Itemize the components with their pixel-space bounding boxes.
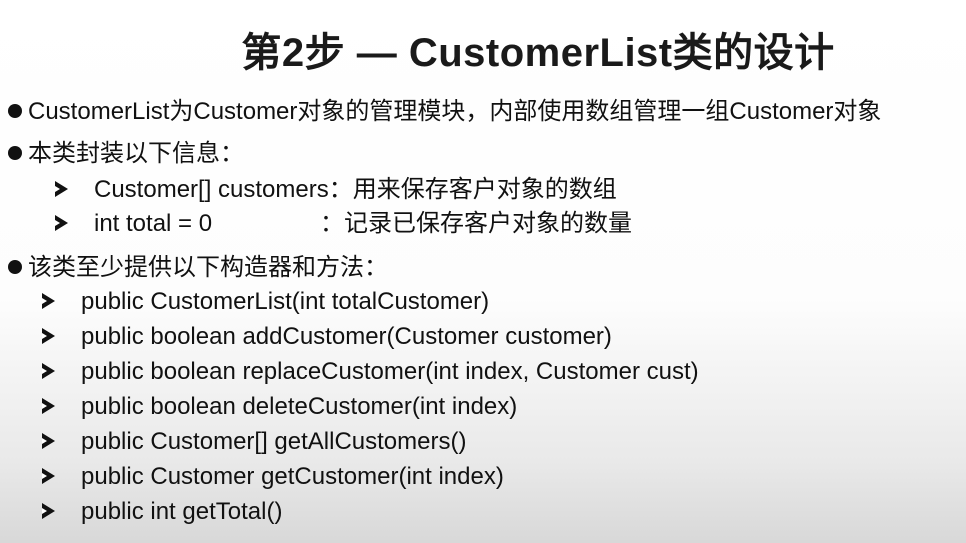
method-item: public boolean deleteCustomer(int index) bbox=[42, 393, 517, 421]
field-item: int total = 0 ：记录已保存客户对象的数量 bbox=[55, 210, 632, 238]
method-item: public Customer getCustomer(int index) bbox=[42, 463, 504, 491]
method-signature: public CustomerList(int totalCustomer) bbox=[81, 288, 490, 315]
field-desc: ：记录已保存客户对象的数量 bbox=[320, 210, 632, 237]
bullet-item: 该类至少提供以下构造器和方法： bbox=[8, 254, 388, 282]
method-signature: public Customer getCustomer(int index) bbox=[81, 463, 504, 490]
bullet-text: CustomerList为Customer对象的管理模块，内部使用数组管理一组C… bbox=[28, 98, 882, 125]
bullet-dot-icon bbox=[8, 104, 22, 118]
slide: 第2步 — CustomerList类的设计 CustomerList为Cust… bbox=[0, 0, 966, 543]
field-code: int total = 0 bbox=[94, 210, 213, 237]
arrow-bullet-icon bbox=[55, 181, 68, 197]
method-item: public CustomerList(int totalCustomer) bbox=[42, 288, 489, 316]
method-signature: public boolean addCustomer(Customer cust… bbox=[81, 323, 612, 350]
bullet-text: 本类封装以下信息： bbox=[28, 140, 244, 167]
field-item: Customer[] customers：用来保存客户对象的数组 bbox=[55, 176, 617, 204]
arrow-bullet-icon bbox=[42, 503, 55, 519]
method-signature: public boolean replaceCustomer(int index… bbox=[81, 358, 699, 385]
arrow-bullet-icon bbox=[42, 468, 55, 484]
method-signature: public boolean deleteCustomer(int index) bbox=[81, 393, 518, 420]
bullet-dot-icon bbox=[8, 146, 22, 160]
bullet-text: 该类至少提供以下构造器和方法： bbox=[28, 254, 388, 281]
field-code: Customer[] customers bbox=[94, 176, 329, 203]
field-desc: ：用来保存客户对象的数组 bbox=[328, 176, 617, 203]
method-signature: public int getTotal() bbox=[81, 498, 283, 525]
method-item: public boolean addCustomer(Customer cust… bbox=[42, 323, 612, 351]
arrow-bullet-icon bbox=[55, 215, 68, 231]
method-item: public boolean replaceCustomer(int index… bbox=[42, 358, 699, 386]
method-item: public Customer[] getAllCustomers() bbox=[42, 428, 466, 456]
arrow-bullet-icon bbox=[42, 363, 55, 379]
method-signature: public Customer[] getAllCustomers() bbox=[81, 428, 467, 455]
slide-title: 第2步 — CustomerList类的设计 bbox=[241, 31, 835, 75]
arrow-bullet-icon bbox=[42, 433, 55, 449]
bullet-dot-icon bbox=[8, 260, 22, 274]
bullet-item: 本类封装以下信息： bbox=[8, 140, 244, 168]
arrow-bullet-icon bbox=[42, 328, 55, 344]
method-item: public int getTotal() bbox=[42, 498, 282, 526]
arrow-bullet-icon bbox=[42, 293, 55, 309]
arrow-bullet-icon bbox=[42, 398, 55, 414]
bullet-item: CustomerList为Customer对象的管理模块，内部使用数组管理一组C… bbox=[8, 98, 881, 126]
